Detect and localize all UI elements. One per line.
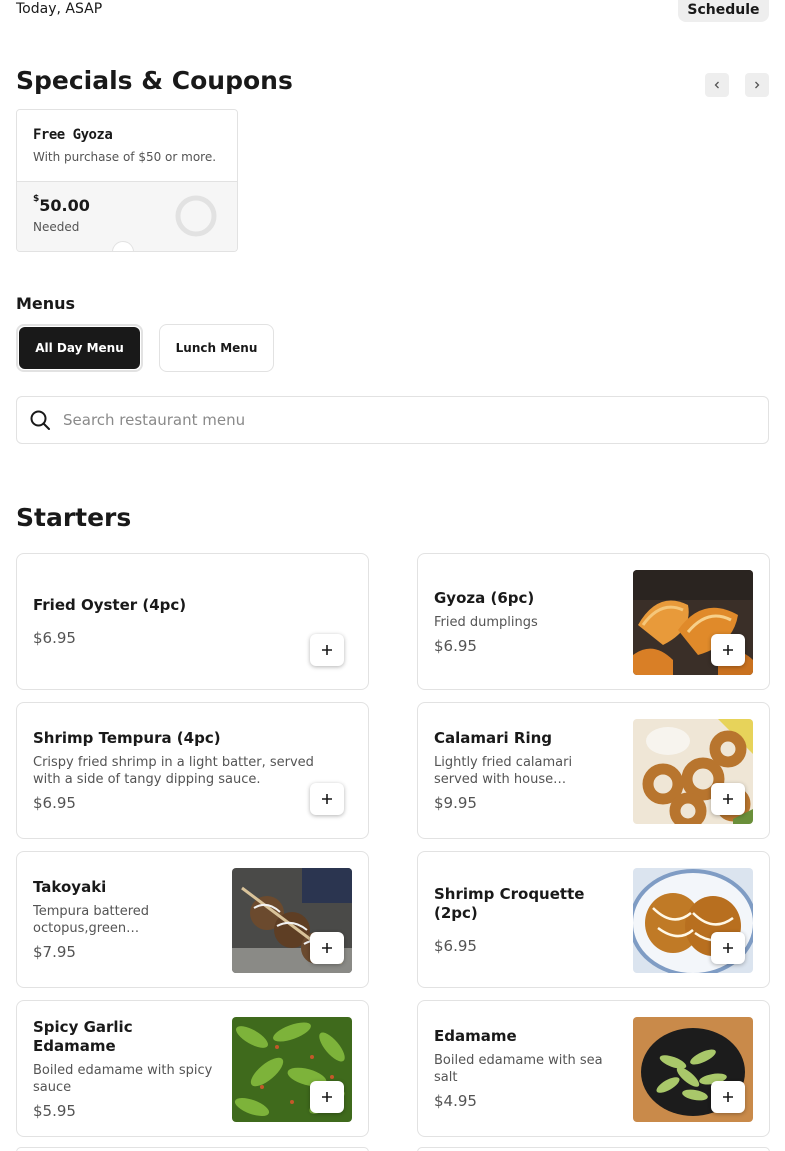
search-input[interactable] xyxy=(63,411,713,429)
menu-item-card-partial[interactable] xyxy=(417,1147,770,1151)
add-item-button[interactable] xyxy=(711,1081,745,1113)
add-item-button[interactable] xyxy=(310,1081,344,1113)
coupon-amount-value: 50.00 xyxy=(39,196,90,215)
menu-item-card[interactable]: Shrimp Croquette (2pc) $6.95 xyxy=(417,851,770,988)
item-price: $7.95 xyxy=(33,943,76,961)
item-description: Lightly fried calamari served with house… xyxy=(434,755,573,787)
add-item-button[interactable] xyxy=(711,634,745,666)
menus-title: Menus xyxy=(16,294,76,313)
item-description: Boiled edamame with spicy sauce xyxy=(33,1062,213,1095)
item-price: $6.95 xyxy=(33,794,76,812)
item-name: Edamame xyxy=(434,1027,517,1045)
coupon-card[interactable]: Free Gyoza With purchase of $50 or more.… xyxy=(16,109,238,252)
plus-icon xyxy=(322,645,332,655)
tab-all-day-menu-label: All Day Menu xyxy=(19,327,140,369)
progress-ring-icon xyxy=(175,195,217,237)
menu-item-card[interactable]: Spicy Garlic Edamame Boiled edamame with… xyxy=(16,1000,369,1137)
item-price: $6.95 xyxy=(434,936,477,955)
carousel-next-button[interactable] xyxy=(745,73,769,97)
chevron-left-icon xyxy=(714,81,719,89)
item-description: Boiled edamame with sea salt xyxy=(434,1053,603,1085)
item-description: Fried dumplings xyxy=(434,614,538,630)
plus-icon xyxy=(322,1092,332,1102)
item-name: Takoyaki xyxy=(33,878,107,896)
starters-title: Starters xyxy=(16,503,132,532)
item-price: $6.95 xyxy=(33,629,76,647)
menu-item-card[interactable]: Edamame Boiled edamame with sea salt $4.… xyxy=(417,1000,770,1137)
item-name: Shrimp Tempura (4pc) xyxy=(33,729,221,747)
plus-icon xyxy=(723,645,733,655)
tab-all-day-menu[interactable]: All Day Menu xyxy=(16,324,143,372)
item-name: Shrimp Croquette (2pc) xyxy=(434,884,585,922)
search-icon xyxy=(30,410,50,430)
chevron-right-icon xyxy=(755,81,760,89)
item-price: $4.95 xyxy=(434,1092,477,1110)
carousel-prev-button[interactable] xyxy=(705,73,729,97)
menu-item-card[interactable]: Gyoza (6pc) Fried dumplings $6.95 xyxy=(417,553,770,690)
add-item-button[interactable] xyxy=(310,634,344,666)
item-description: Tempura battered octopus,green… xyxy=(33,904,150,936)
item-name: Calamari Ring xyxy=(434,729,553,747)
delivery-time-label: Today, ASAP xyxy=(16,1,103,17)
add-item-button[interactable] xyxy=(711,783,745,815)
schedule-button[interactable]: Schedule xyxy=(678,0,769,22)
menu-item-card-partial[interactable] xyxy=(16,1147,369,1151)
plus-icon xyxy=(322,943,332,953)
item-name: Spicy Garlic Edamame xyxy=(33,1017,133,1055)
coupon-name: Free Gyoza xyxy=(33,127,113,143)
item-price: $9.95 xyxy=(434,794,477,812)
add-item-button[interactable] xyxy=(310,783,344,815)
plus-icon xyxy=(723,1092,733,1102)
coupon-description: With purchase of $50 or more. xyxy=(33,150,217,164)
plus-icon xyxy=(723,943,733,953)
menu-item-card[interactable]: Takoyaki Tempura battered octopus,green…… xyxy=(16,851,369,988)
item-name: Gyoza (6pc) xyxy=(434,588,535,607)
item-name: Fried Oyster (4pc) xyxy=(33,596,187,614)
plus-icon xyxy=(322,794,332,804)
search-box[interactable] xyxy=(16,396,769,444)
add-item-button[interactable] xyxy=(310,932,344,964)
item-price: $5.95 xyxy=(33,1101,76,1120)
menu-item-card[interactable]: Calamari Ring Lightly fried calamari ser… xyxy=(417,702,770,839)
item-description: Crispy fried shrimp in a light batter, s… xyxy=(33,755,314,787)
specials-title: Specials & Coupons xyxy=(16,66,293,95)
currency-symbol: $ xyxy=(33,194,40,204)
menu-item-card[interactable]: Fried Oyster (4pc) $6.95 xyxy=(16,553,369,690)
menu-item-card[interactable]: Shrimp Tempura (4pc) Crispy fried shrimp… xyxy=(16,702,369,839)
add-item-button[interactable] xyxy=(711,932,745,964)
tab-lunch-menu[interactable]: Lunch Menu xyxy=(159,324,274,372)
plus-icon xyxy=(723,794,733,804)
item-price: $6.95 xyxy=(434,636,477,655)
